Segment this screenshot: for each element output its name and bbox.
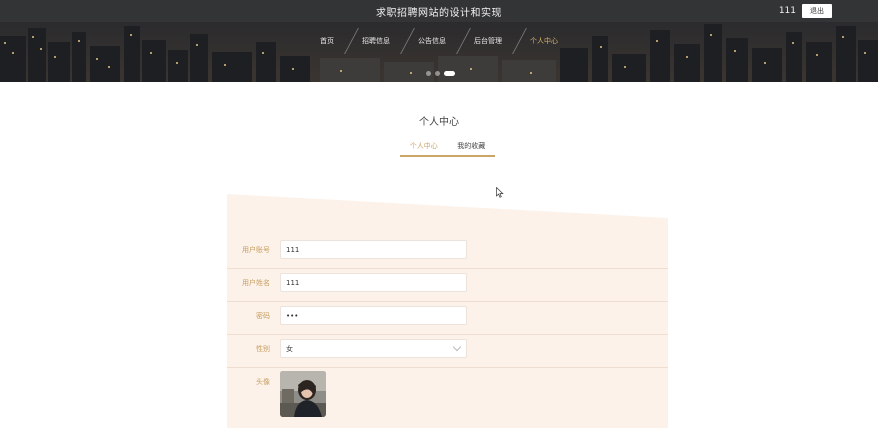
account-row: 用户账号 111 [227, 236, 668, 269]
avatar-image[interactable] [280, 371, 326, 417]
gender-row: 性别 女 [227, 335, 668, 368]
page-title: 个人中心 [419, 117, 459, 128]
password-value: ••• [286, 311, 299, 320]
name-value: 111 [286, 278, 300, 287]
nav-item-label: 首页 [320, 37, 334, 45]
nav-item-admin[interactable]: 后台管理 [460, 22, 527, 60]
carousel-indicators [426, 71, 455, 76]
gender-select[interactable]: 女 [280, 339, 467, 358]
logout-button[interactable]: 退出 [802, 4, 832, 18]
nav-item-home[interactable]: 首页 [306, 22, 359, 60]
username: 111 [778, 6, 796, 16]
user-area: 111 退出 [779, 4, 832, 18]
nav-item-notices[interactable]: 公告信息 [404, 22, 471, 60]
profile-tabs: 个人中心 我的收藏 [400, 140, 495, 157]
nav-item-label: 个人中心 [530, 37, 558, 45]
avatar-label: 头像 [256, 378, 270, 386]
password-label: 密码 [256, 312, 270, 320]
account-label: 用户账号 [242, 246, 270, 254]
gender-value: 女 [286, 344, 293, 353]
nav-item-label: 招聘信息 [362, 37, 390, 45]
password-row: 密码 ••• [227, 302, 668, 335]
nav-item-jobs[interactable]: 招聘信息 [348, 22, 415, 60]
nav-item-label: 公告信息 [418, 37, 446, 45]
nav-item-label: 后台管理 [474, 37, 502, 45]
tab-favorites[interactable]: 我的收藏 [448, 140, 496, 155]
name-input[interactable]: 111 [280, 273, 467, 292]
site-title: 求职招聘网站的设计和实现 [376, 7, 502, 19]
gender-label: 性别 [256, 345, 270, 353]
nav-item-profile[interactable]: 个人中心 [516, 22, 572, 60]
name-label: 用户姓名 [242, 279, 270, 287]
name-row: 用户姓名 111 [227, 269, 668, 302]
mouse-cursor-icon [496, 187, 504, 198]
account-value: 111 [286, 245, 300, 254]
password-input[interactable]: ••• [280, 306, 467, 325]
account-input[interactable]: 111 [280, 240, 467, 259]
chevron-down-icon [452, 342, 462, 352]
carousel-dot[interactable] [435, 71, 440, 76]
main-nav: 首页 招聘信息 公告信息 后台管理 个人中心 [0, 22, 878, 60]
top-bar: 求职招聘网站的设计和实现 111 退出 [0, 0, 878, 22]
carousel-dot[interactable] [426, 71, 431, 76]
carousel-dot-active[interactable] [444, 71, 455, 76]
avatar-photo-icon [280, 371, 326, 417]
tab-profile[interactable]: 个人中心 [400, 140, 448, 155]
